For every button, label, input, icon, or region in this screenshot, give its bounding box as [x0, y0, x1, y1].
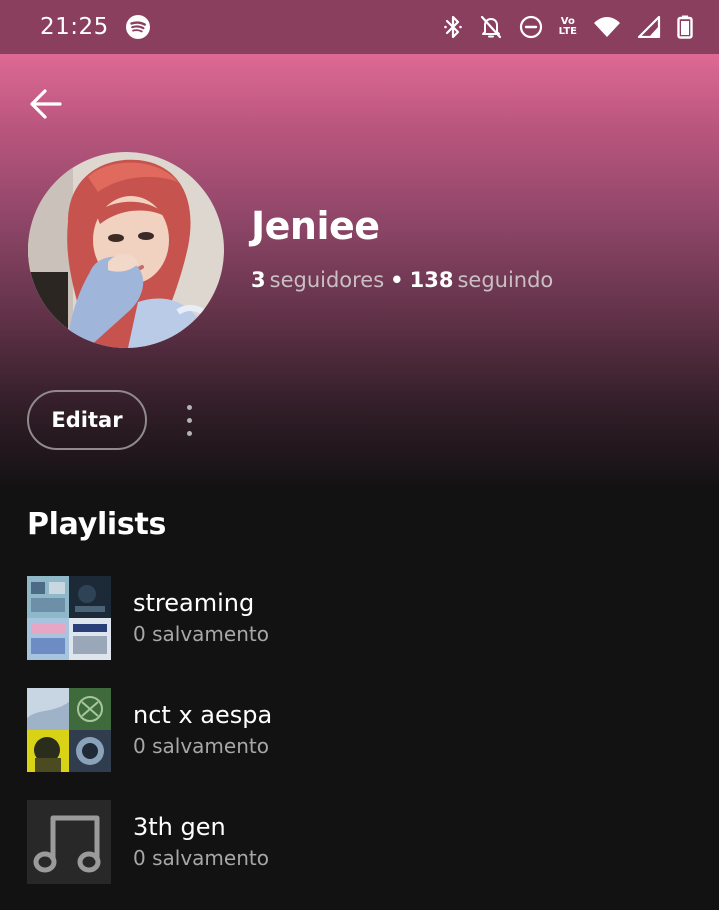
muted-bell-icon — [479, 14, 503, 40]
playlist-item[interactable]: streaming 0 salvamento — [27, 576, 707, 660]
followers-label[interactable]: seguidores — [270, 268, 385, 292]
edit-profile-button[interactable]: Editar — [27, 390, 147, 450]
playlist-saves: 0 salvamento — [133, 622, 269, 646]
playlist-title: nct x aespa — [133, 701, 273, 729]
more-options-button[interactable] — [172, 398, 206, 442]
spotify-icon — [125, 14, 151, 40]
playlists-heading: Playlists — [27, 507, 167, 542]
status-bar: 21:25 Vo LTE — [0, 0, 719, 54]
profile-avatar[interactable] — [28, 152, 224, 348]
arrow-left-icon — [30, 89, 62, 119]
stats-separator: • — [390, 268, 404, 292]
playlist-cover-mosaic — [27, 688, 111, 772]
followers-count[interactable]: 3 — [251, 268, 266, 292]
playlist-cover-mosaic — [27, 576, 111, 660]
back-button[interactable] — [24, 82, 68, 126]
volte-icon: Vo LTE — [558, 16, 577, 37]
playlist-item[interactable]: 3th gen 0 salvamento — [27, 800, 707, 884]
following-count[interactable]: 138 — [410, 268, 454, 292]
playlist-saves: 0 salvamento — [133, 734, 269, 758]
playlist-title: streaming — [133, 589, 255, 617]
profile-name: Jeniee — [251, 204, 380, 248]
playlist-saves: 0 salvamento — [133, 846, 269, 870]
following-label[interactable]: seguindo — [457, 268, 553, 292]
profile-stats: 3 seguidores • 138 seguindo — [251, 268, 553, 292]
wifi-icon — [593, 16, 621, 38]
battery-icon — [677, 15, 693, 39]
do-not-disturb-icon — [519, 15, 543, 39]
playlist-cover-placeholder — [27, 800, 111, 884]
bluetooth-icon — [443, 14, 463, 40]
more-vertical-icon — [186, 404, 192, 410]
playlist-title: 3th gen — [133, 813, 226, 841]
status-time: 21:25 — [40, 14, 109, 40]
music-note-icon — [33, 815, 101, 873]
playlist-item[interactable]: nct x aespa 0 salvamento — [27, 688, 707, 772]
signal-icon — [637, 16, 661, 38]
